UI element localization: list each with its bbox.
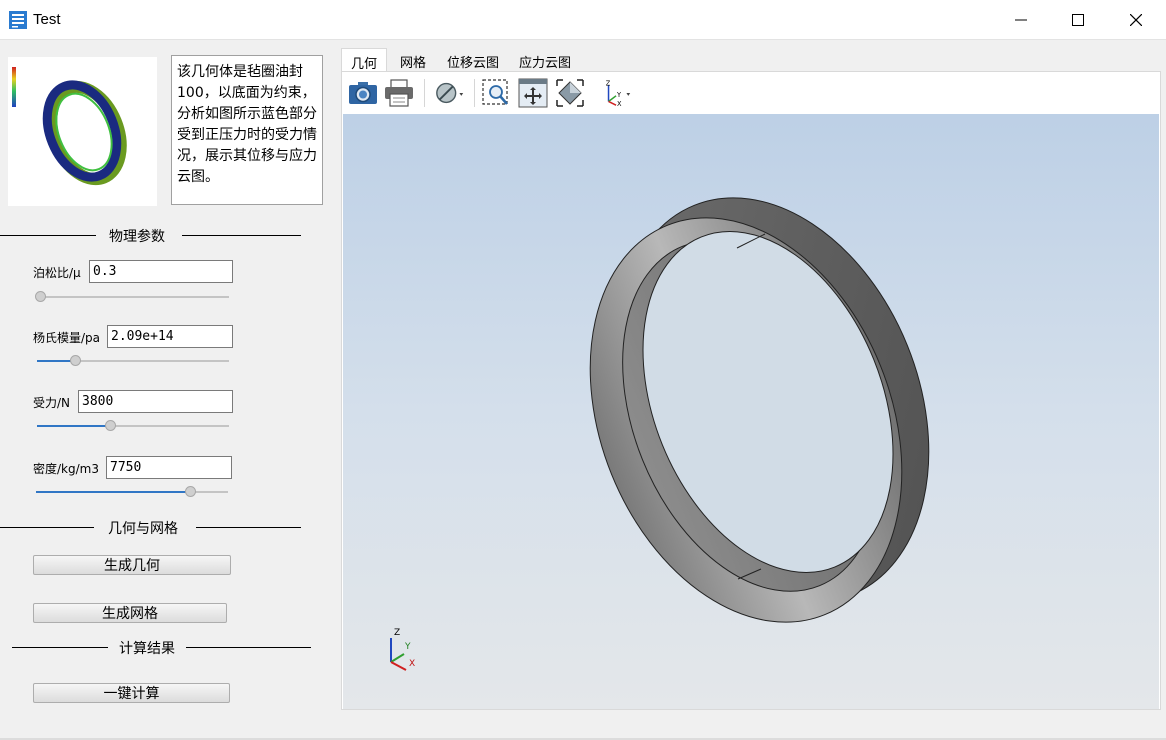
description-text: 该几何体是毡圈油封100，以底面为约束，分析如图所示蓝色部分受到正压力时的受力情… [171, 55, 323, 205]
results-section-label: 计算结果 [119, 641, 175, 657]
geometry-mesh-section-label: 几何与网格 [108, 521, 178, 537]
display-mode-icon [436, 82, 464, 104]
display-mode-button[interactable] [434, 77, 466, 109]
minimize-button[interactable] [992, 0, 1050, 40]
tab-geometry[interactable]: 几何 [341, 48, 387, 72]
density-label: 密度/kg/m3 [33, 462, 99, 476]
3d-viewer-panel: Z Y X Z Y X [341, 71, 1161, 710]
zoom-box-button[interactable] [480, 77, 512, 109]
poisson-input[interactable]: 0.3 [89, 260, 233, 283]
axis-y-label: Y [405, 642, 411, 652]
generate-mesh-button[interactable]: 生成网格 [33, 603, 227, 623]
density-slider[interactable] [36, 486, 228, 498]
axis-triad [390, 638, 407, 671]
camera-icon [349, 82, 377, 104]
tab-mesh[interactable]: 网格 [393, 48, 433, 72]
zoom-box-icon [482, 79, 508, 105]
force-input[interactable]: 3800 [78, 390, 233, 413]
svg-text:Z: Z [606, 79, 611, 87]
force-label: 受力/N [33, 396, 71, 410]
poisson-slider-handle[interactable] [35, 291, 46, 302]
close-button[interactable] [1107, 0, 1165, 40]
svg-text:X: X [617, 100, 622, 108]
app-icon [9, 11, 27, 29]
maximize-button[interactable] [1049, 0, 1107, 40]
density-input[interactable]: 7750 [106, 456, 232, 479]
print-button[interactable] [383, 77, 415, 109]
3d-scene-viewport[interactable]: Z Y X [343, 114, 1159, 709]
compute-button[interactable]: 一键计算 [33, 683, 230, 703]
youngs-slider-handle[interactable] [70, 355, 82, 366]
axis-z-label: Z [394, 628, 401, 638]
maximize-icon [1072, 14, 1084, 26]
svg-text:Y: Y [616, 91, 622, 99]
axis-view-icon: Z Y X [606, 79, 631, 108]
ring-model [390, 197, 930, 671]
printer-icon [385, 79, 413, 107]
window-title: Test [33, 11, 61, 28]
thumbnail-ring-image [12, 67, 127, 186]
close-icon [1130, 14, 1142, 26]
tab-stress[interactable]: 应力云图 [515, 48, 575, 72]
poisson-slider[interactable] [35, 291, 229, 303]
title-bar: Test [0, 0, 1166, 40]
results-section-header: 计算结果 [12, 639, 311, 657]
density-slider-handle[interactable] [184, 486, 196, 497]
youngs-slider[interactable] [37, 355, 229, 367]
geometry-mesh-section-header: 几何与网格 [0, 519, 303, 537]
youngs-label: 杨氏模量/pa [33, 331, 101, 345]
pan-icon [518, 78, 548, 108]
physics-section-label: 物理参数 [109, 229, 165, 245]
axis-view-button[interactable]: Z Y X [601, 77, 633, 109]
screenshot-button[interactable] [347, 77, 379, 109]
minimize-icon [1015, 19, 1027, 21]
tab-displacement[interactable]: 位移云图 [443, 48, 503, 72]
pan-button[interactable] [517, 77, 549, 109]
fit-all-icon [556, 79, 584, 107]
viewer-toolbar: Z Y X [342, 72, 1160, 114]
physics-section-header: 物理参数 [0, 227, 303, 245]
force-slider[interactable] [37, 420, 229, 432]
youngs-input[interactable]: 2.09e+14 [107, 325, 233, 348]
axis-x-label: X [409, 659, 416, 669]
poisson-label: 泊松比/μ [33, 266, 81, 280]
geometry-thumbnail [8, 57, 157, 206]
fit-all-button[interactable] [554, 77, 586, 109]
force-slider-handle[interactable] [104, 420, 116, 431]
generate-geometry-button[interactable]: 生成几何 [33, 555, 231, 575]
